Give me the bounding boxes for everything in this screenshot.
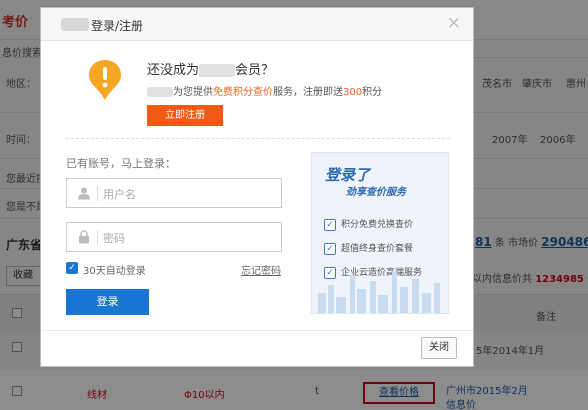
register-button[interactable]: 立即注册 [147,105,223,126]
promo-item: ✓ 超值终身查价套餐 [324,241,413,255]
dialog-title: 登录/注册 [91,19,144,33]
blurred-brand [147,87,173,97]
checkmark-icon: ✓ [324,242,336,255]
blurred-logo [61,18,89,31]
city-skyline-illustration [318,271,440,313]
login-button[interactable]: 登录 [66,289,149,315]
divider [66,138,450,139]
warning-icon [89,60,121,100]
auto-login-checkbox[interactable]: ✓ [66,262,78,274]
username-field[interactable]: 用户名 [66,178,282,208]
promo-subtitle: 劲享查价服务 [346,187,406,198]
field-separator [97,186,98,201]
notice-title: 还没成为 会员？ [147,63,275,78]
field-separator [97,230,98,245]
auto-login-label: 30天自动登录 [83,266,146,277]
promo-item: ✓ 积分免费兑换查价 [324,217,413,231]
login-register-dialog: 登录/注册 × 还没成为 会员？ 为您提供免费积分查价服务，注册即送300积分 立… [40,7,474,367]
notice-subtitle: 为您提供免费积分查价服务，注册即送300积分 [147,83,382,98]
close-button[interactable]: 关闭 [421,337,457,359]
blurred-brand [199,64,236,77]
dialog-header: 登录/注册 × [41,8,473,41]
user-icon [78,187,90,200]
close-icon[interactable]: × [447,14,461,32]
lock-icon [79,230,89,244]
promo-title: 登录了 [325,166,371,184]
checkmark-icon: ✓ [324,218,336,231]
promo-panel: 登录了 劲享查价服务 ✓ 积分免费兑换查价 ✓ 超值终身查价套餐 ✓ 企业云造价高端服… [311,152,449,314]
password-field[interactable]: 密码 [66,222,282,252]
username-placeholder: 用户名 [103,188,136,201]
login-prompt: 已有账号，马上登录： [66,157,176,170]
divider [41,330,473,331]
password-placeholder: 密码 [103,232,125,245]
forgot-password-link[interactable]: 忘记密码 [241,262,281,277]
